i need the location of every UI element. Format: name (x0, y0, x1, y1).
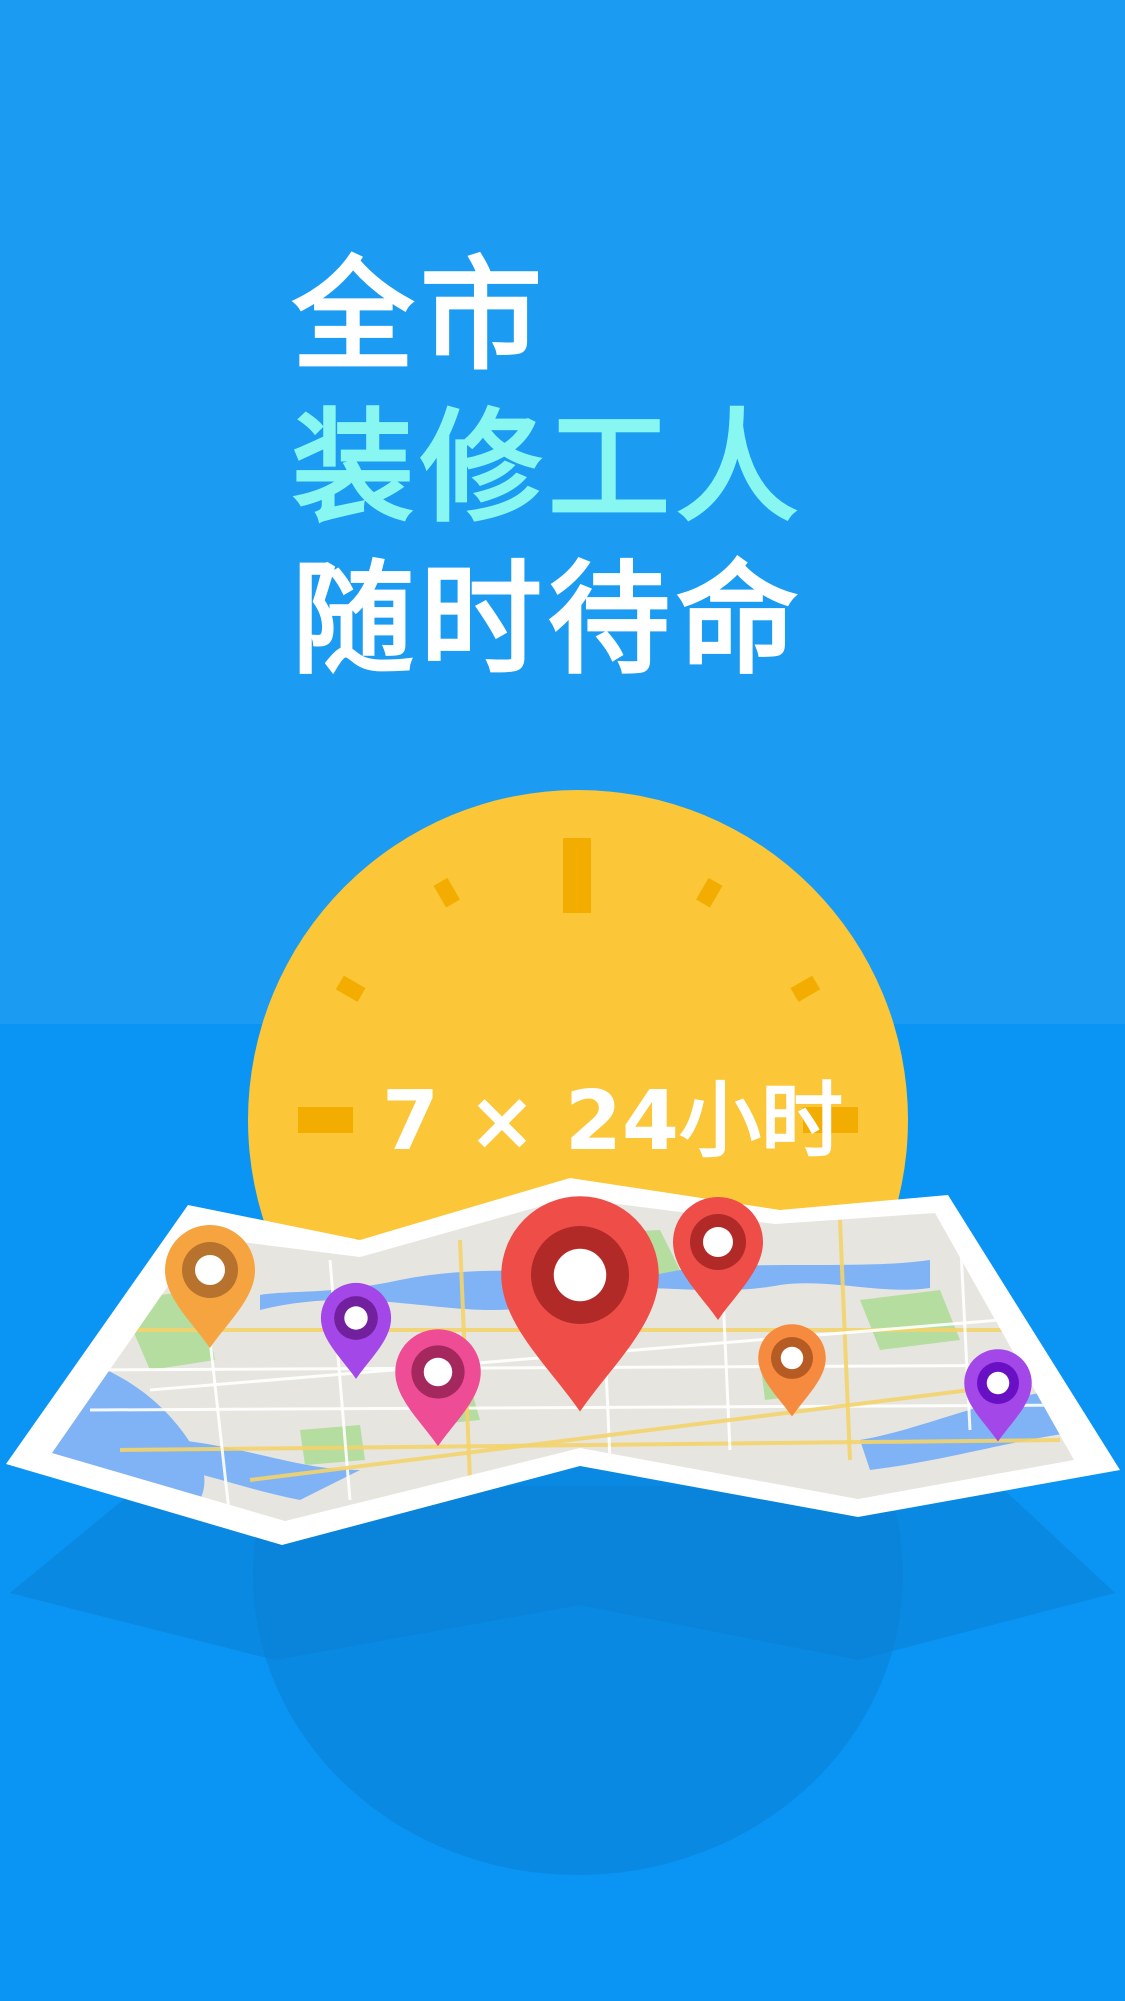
clock-tick (696, 877, 723, 908)
clock-tick (790, 975, 821, 1002)
clock-tick (563, 838, 591, 913)
headline-line-3: 随时待命 (292, 549, 804, 691)
clock-tick (335, 975, 366, 1002)
headline-line-2: 装修工人 (292, 397, 804, 539)
map-park (300, 1425, 365, 1465)
headline: 全市 装修工人 随时待命 (292, 240, 804, 696)
clock-tick (433, 877, 460, 908)
clock-label: 7 × 24小时 (382, 1074, 843, 1169)
headline-line-1: 全市 (292, 245, 548, 387)
